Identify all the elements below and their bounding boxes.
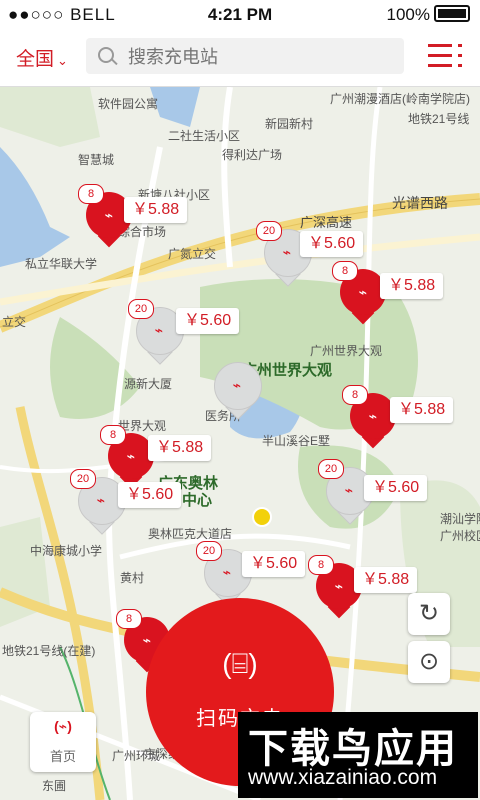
station-price[interactable]: ￥5.60 xyxy=(118,482,182,508)
home-label: 首页 xyxy=(49,749,76,764)
charger-count: 20 xyxy=(256,221,282,241)
charger-pulse-icon: (⌁) xyxy=(54,718,72,734)
current-location-marker xyxy=(252,507,272,527)
region-selector[interactable]: 全国 ⌄ xyxy=(16,44,68,71)
map-label: 私立华联大学 xyxy=(25,257,98,271)
charger-count: 8 xyxy=(78,184,104,204)
charger-count: 20 xyxy=(196,541,222,561)
station-price[interactable]: ￥5.60 xyxy=(176,308,240,334)
charger-icon: ⌁ xyxy=(222,564,232,580)
map-label: 广州潮漫酒店(岭南学院店) xyxy=(330,92,470,106)
battery-icon xyxy=(434,5,470,22)
map-label: 软件园公寓 xyxy=(98,97,159,111)
station-price[interactable]: ￥5.60 xyxy=(300,231,364,257)
charger-count: 8 xyxy=(100,425,126,445)
watermark-url: www.xiazainiao.com xyxy=(248,766,438,789)
map-label: 二社生活小区 xyxy=(168,129,241,143)
charger-icon: ⌁ xyxy=(96,492,106,508)
battery-percent: 100% xyxy=(386,5,430,24)
station-price[interactable]: ￥5.60 xyxy=(242,551,306,577)
map-label-major: 中心 xyxy=(182,492,213,509)
home-button[interactable]: (⌁) 首页 xyxy=(30,712,96,772)
charger-count: 20 xyxy=(318,459,344,479)
watermark: 下载鸟应用 www.xiazainiao.com xyxy=(238,712,478,798)
map-label: 广州环城 xyxy=(112,749,161,763)
charger-icon: ⌁ xyxy=(232,377,242,393)
map-label: 东圃 xyxy=(42,779,67,793)
chevron-down-icon: ⌄ xyxy=(57,53,68,68)
charger-icon: ⌁ xyxy=(368,408,378,424)
map-label: 广州校区 xyxy=(440,529,480,543)
refresh-button[interactable]: ↻ xyxy=(408,593,450,635)
map-label: 得利达广场 xyxy=(222,148,283,162)
charger-icon: ⌁ xyxy=(334,578,344,594)
map-label: 源新大厦 xyxy=(124,377,173,391)
charger-icon: ⌁ xyxy=(104,207,114,223)
charger-count: 8 xyxy=(116,609,142,629)
refresh-icon: ↻ xyxy=(418,600,440,627)
scan-frame-icon: (⌸) xyxy=(222,648,258,679)
station-price[interactable]: ￥5.88 xyxy=(390,397,454,423)
charger-icon: ⌁ xyxy=(282,244,292,260)
charger-icon: ⌁ xyxy=(344,482,354,498)
station-marker[interactable]: ⌁ xyxy=(214,362,262,420)
station-price[interactable]: ￥5.88 xyxy=(124,197,188,223)
search-input[interactable] xyxy=(126,42,390,72)
charger-icon: ⌁ xyxy=(358,284,368,300)
map-label: 新园新村 xyxy=(265,117,314,131)
battery-status: 100% xyxy=(387,5,470,25)
station-price[interactable]: ￥5.88 xyxy=(354,567,418,593)
map-label: 广氮立交 xyxy=(168,247,217,261)
map-label: 智慧城 xyxy=(78,153,115,167)
list-menu-icon[interactable] xyxy=(428,42,462,70)
map-label: 奥林匹克大道店 xyxy=(148,527,233,541)
station-price[interactable]: ￥5.88 xyxy=(380,273,444,299)
status-bar: ●●○○○ BELL 4:21 PM 100% xyxy=(0,0,480,30)
map-label: 中海康城小学 xyxy=(30,544,103,558)
map-label: 黄村 xyxy=(120,571,145,585)
map-label: 潮汕学院 xyxy=(440,512,480,526)
search-icon xyxy=(98,47,114,63)
top-bar: 全国 ⌄ xyxy=(0,30,480,87)
charger-count: 20 xyxy=(70,469,96,489)
search-box[interactable] xyxy=(86,38,404,74)
charger-icon: ⌁ xyxy=(154,322,164,338)
map-label: 地铁21号线 xyxy=(408,112,470,126)
map-label: 半山溪谷E墅 xyxy=(262,434,331,448)
charger-count: 8 xyxy=(308,555,334,575)
map-label: 光谱西路 xyxy=(392,195,448,211)
charger-count: 8 xyxy=(332,261,358,281)
charger-icon: ⌁ xyxy=(126,448,136,464)
charger-count: 8 xyxy=(342,385,368,405)
station-price[interactable]: ￥5.60 xyxy=(364,475,428,501)
region-label: 全国 xyxy=(16,49,55,70)
map-label: 广州世界大观 xyxy=(310,344,383,358)
charger-count: 20 xyxy=(128,299,154,319)
station-price[interactable]: ￥5.88 xyxy=(148,435,212,461)
map-label: 立交 xyxy=(2,315,27,329)
locate-button[interactable]: ⊙ xyxy=(408,641,450,683)
crosshair-icon: ⊙ xyxy=(418,648,440,675)
map-label: 地铁21号线(在建) xyxy=(2,644,96,658)
